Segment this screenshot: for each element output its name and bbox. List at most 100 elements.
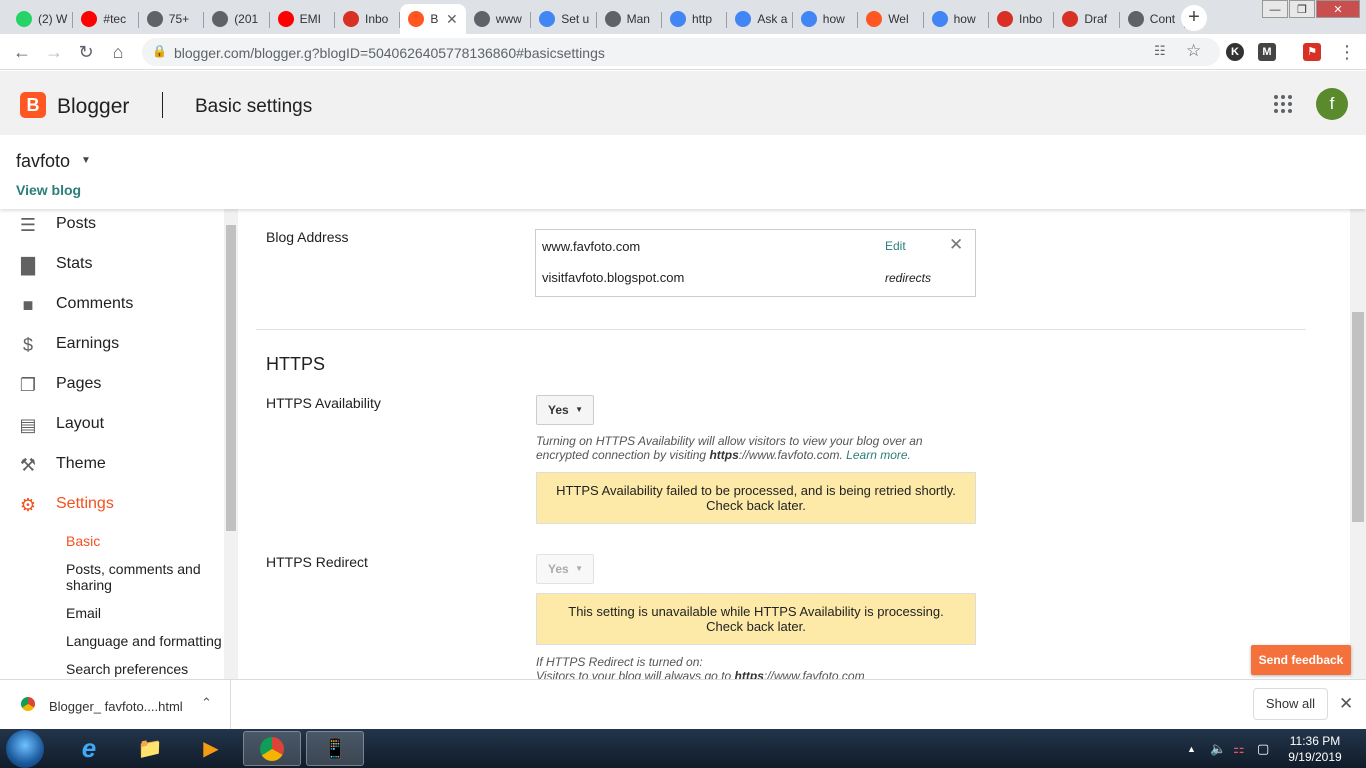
browser-tab[interactable]: (2) W	[8, 4, 74, 34]
browser-tab[interactable]: Inbo	[335, 4, 401, 34]
https-availability-select[interactable]: Yes ▼	[536, 395, 594, 425]
browser-tab[interactable]: http	[662, 4, 728, 34]
view-blog-link[interactable]: View blog	[16, 182, 81, 198]
sidebar-item-label: Layout	[56, 415, 105, 432]
browser-tab[interactable]: Draf	[1054, 4, 1120, 34]
sidebar-subitem[interactable]: Posts, comments and sharing	[66, 561, 226, 593]
phone-app-icon[interactable]: 📱	[306, 731, 364, 766]
browser-tab[interactable]: Wel	[858, 4, 924, 34]
sidebar-subitem[interactable]: Basic	[66, 533, 226, 549]
sidebar-scroll-thumb[interactable]	[226, 225, 236, 531]
sidebar-subitem[interactable]: Search preferences	[66, 661, 226, 677]
https-redirect-value: Yes	[548, 562, 569, 576]
back-arrow-icon[interactable]: ←	[11, 41, 33, 63]
https-availability-note: Turning on HTTPS Availability will allow…	[536, 434, 923, 462]
main-scroll-thumb[interactable]	[1352, 312, 1364, 522]
sidebar-item-layout[interactable]: ▤ Layout	[0, 406, 224, 446]
sidebar-item-pages[interactable]: ❐ Pages	[0, 366, 224, 406]
bookmark-star-icon[interactable]: ☆	[1186, 41, 1201, 61]
download-file-name: Blogger_ favfoto....html	[49, 699, 183, 714]
tab-label: Man	[626, 12, 650, 26]
clock[interactable]: 11:36 PM 9/19/2019	[1280, 733, 1350, 765]
browser-tab[interactable]: (201	[204, 4, 270, 34]
header-divider	[162, 92, 163, 118]
close-icon[interactable]: ✕	[949, 235, 963, 255]
taskbar: e 📁 ▶ 📱 ▲ 🔈 ⚏ ▢ 11:36 PM 9/19/2019	[0, 729, 1366, 768]
learn-more-link[interactable]: Learn more.	[846, 448, 911, 462]
sidebar-item-posts[interactable]: ☰ Posts	[0, 209, 224, 246]
volume-icon[interactable]: 🔈	[1210, 741, 1226, 757]
blog-selector: favfoto ▼ View blog	[0, 135, 1366, 209]
file-explorer-icon[interactable]: 📁	[121, 731, 179, 766]
maximize-button[interactable]: ❐	[1289, 0, 1315, 18]
extension-gmail-icon[interactable]: M	[1258, 43, 1276, 61]
apps-grid-icon[interactable]	[1274, 95, 1292, 113]
globe-icon	[473, 11, 490, 27]
browser-tab[interactable]: how	[924, 4, 989, 34]
blogger-header: B Blogger Basic settings f	[0, 71, 1366, 135]
sidebar-item-comments[interactable]: ■ Comments	[0, 286, 224, 326]
show-all-button[interactable]: Show all	[1253, 688, 1328, 720]
browser-tab[interactable]: how	[793, 4, 859, 34]
edit-address-link[interactable]: Edit	[885, 239, 906, 253]
forward-arrow-icon[interactable]: →	[43, 41, 65, 63]
sidebar-item-theme[interactable]: ⚒ Theme	[0, 446, 224, 486]
stats-icon: ▇	[21, 255, 35, 275]
minimize-button[interactable]: —	[1262, 0, 1288, 18]
browser-tab[interactable]: EMI	[270, 4, 335, 34]
close-icon[interactable]: ✕	[1339, 694, 1353, 714]
extension-k-icon[interactable]: K	[1226, 43, 1244, 61]
browser-tab[interactable]: #tec	[73, 4, 139, 34]
browser-tab[interactable]: 75+	[139, 4, 205, 34]
address-bar[interactable]: 🔒 blogger.com/blogger.g?blogID=504062640…	[142, 38, 1220, 66]
https-redirect-label: HTTPS Redirect	[266, 554, 368, 570]
avatar[interactable]: f	[1316, 88, 1348, 120]
tab-label: how	[953, 12, 976, 26]
sidebar-item-stats[interactable]: ▇ Stats	[0, 246, 224, 286]
tab-label: B	[430, 12, 439, 26]
earnings-icon: $	[22, 335, 33, 355]
send-feedback-button[interactable]: Send feedback	[1251, 645, 1351, 675]
browser-tab[interactable]: Inbo	[989, 4, 1055, 34]
start-button[interactable]	[6, 730, 44, 768]
browser-tab[interactable]: Man	[597, 4, 662, 34]
browser-tab[interactable]: www	[466, 4, 532, 34]
chrome-taskbar-icon[interactable]	[243, 731, 301, 766]
blogger-logo-icon[interactable]: B	[20, 92, 46, 118]
media-player-icon[interactable]: ▶	[182, 731, 240, 766]
blog-name-dropdown[interactable]: favfoto	[16, 151, 70, 172]
action-center-icon[interactable]: ▢	[1257, 741, 1269, 757]
browser-tab[interactable]: B ✕	[400, 4, 466, 34]
google-icon	[539, 11, 556, 27]
show-hidden-icons[interactable]: ▲	[1187, 744, 1196, 754]
caret-down-icon[interactable]: ▼	[81, 155, 91, 166]
blocked-popup-icon[interactable]: ☷	[1154, 43, 1166, 59]
sidebar-item-settings[interactable]: ⚙ Settings	[0, 486, 224, 526]
window-close-button[interactable]: ✕	[1316, 0, 1360, 18]
url-text: blogger.com/blogger.g?blogID=50406264057…	[174, 45, 605, 61]
sidebar-subitem[interactable]: Language and formatting	[66, 633, 226, 649]
sidebar-item-label: Settings	[56, 495, 114, 512]
new-tab-button[interactable]: +	[1181, 5, 1207, 31]
tab-label: #tec	[103, 12, 127, 26]
tab-close-icon[interactable]: ✕	[446, 11, 458, 28]
internet-explorer-icon[interactable]: e	[60, 731, 118, 766]
globe-icon	[1127, 11, 1144, 27]
https-redirect-select[interactable]: Yes ▼	[536, 554, 594, 584]
chevron-up-icon[interactable]: ⌃	[201, 695, 212, 711]
browser-tab[interactable]: Ask a	[727, 4, 793, 34]
sidebar-item-earnings[interactable]: $ Earnings	[0, 326, 224, 366]
download-item[interactable]: Blogger_ favfoto....html ⌃	[0, 680, 231, 729]
browser-tab[interactable]: Cont	[1120, 4, 1186, 34]
network-icon[interactable]: ⚏	[1233, 741, 1245, 757]
browser-tab[interactable]: Set u	[531, 4, 597, 34]
extension-flag-icon[interactable]: ⚑	[1303, 43, 1321, 61]
sidebar-subitem[interactable]: Email	[66, 605, 226, 621]
gmail-icon	[997, 11, 1013, 27]
home-icon[interactable]: ⌂	[107, 41, 129, 63]
sidebar-item-label: Pages	[56, 375, 102, 392]
google-icon	[735, 11, 752, 27]
menu-dots-icon[interactable]: ⋮	[1336, 41, 1358, 63]
brand-name[interactable]: Blogger	[57, 95, 129, 119]
reload-icon[interactable]: ↻	[75, 41, 97, 63]
